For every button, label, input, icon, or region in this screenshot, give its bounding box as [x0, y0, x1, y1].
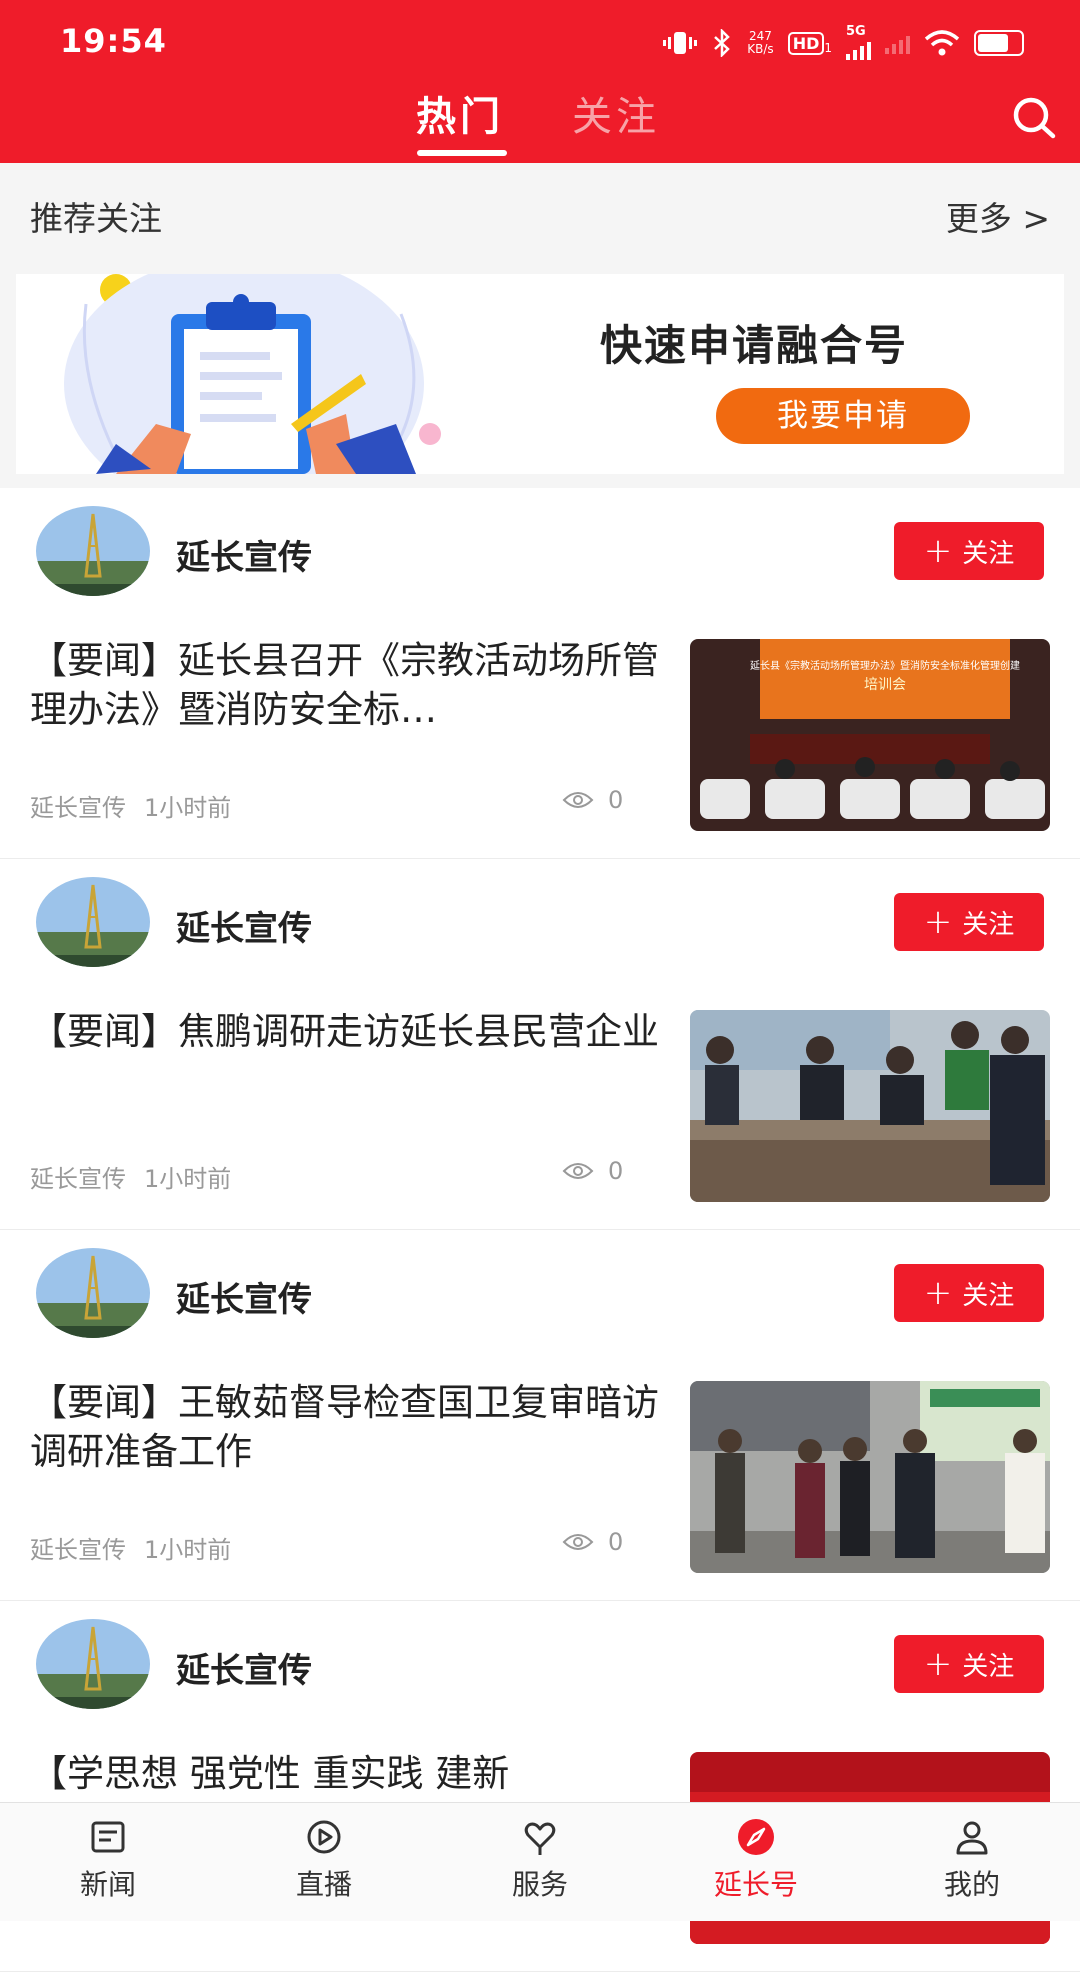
- news-icon: [91, 1821, 125, 1853]
- feed-card[interactable]: 延长宣传 + 关注 【要闻】焦鹏调研走访延长县民营企业 延长宣传 1小时前 0: [0, 859, 1080, 1230]
- feed-card[interactable]: 延长宣传 + 关注 【要闻】王敏茹督导检查国卫复审暗访调研准备工作 延长宣传 1小…: [0, 1230, 1080, 1601]
- signal-5g: 5G: [846, 25, 871, 60]
- status-time: 19:54: [60, 22, 167, 60]
- news-meta: 延长宣传 1小时前: [30, 1159, 231, 1194]
- signal-bars-2-icon: [885, 32, 910, 54]
- eye-icon: [562, 792, 594, 808]
- vibrate-icon: [663, 32, 698, 54]
- hd-badge: HD 1: [787, 31, 832, 55]
- author-avatar[interactable]: [36, 1248, 150, 1338]
- news-meta: 延长宣传 1小时前: [30, 788, 231, 823]
- news-feed: 延长宣传 + 关注 【要闻】延长县召开《宗教活动场所管理办法》暨消防安全标… 延…: [0, 488, 1080, 1972]
- apply-button[interactable]: 我要申请: [716, 388, 970, 444]
- author-avatar[interactable]: [36, 1619, 150, 1709]
- author-name[interactable]: 延长宣传: [176, 901, 312, 950]
- news-time: 1小时前: [144, 794, 232, 822]
- view-count: 0: [562, 1157, 623, 1185]
- battery-icon: [974, 30, 1024, 56]
- bottom-nav: 新闻 直播 服务 延长号 我的: [0, 1802, 1080, 1921]
- bluetooth-icon: [714, 29, 731, 57]
- eye-icon: [562, 1534, 594, 1550]
- news-title[interactable]: 【要闻】王敏茹督导检查国卫复审暗访调研准备工作: [30, 1378, 670, 1476]
- nav-service[interactable]: 服务: [432, 1803, 648, 1921]
- news-time: 1小时前: [144, 1536, 232, 1564]
- service-heart-icon: [524, 1822, 556, 1855]
- wifi-icon: [924, 30, 960, 56]
- app-header: 19:54 247 KB/s HD 1 5G 热门 关注: [0, 0, 1080, 163]
- more-link[interactable]: 更多 >: [946, 192, 1050, 240]
- author-name[interactable]: 延长宣传: [176, 1272, 312, 1321]
- follow-button[interactable]: + 关注: [894, 1635, 1044, 1693]
- eye-icon: [562, 1163, 594, 1179]
- author-avatar[interactable]: [36, 506, 150, 596]
- news-source: 延长宣传: [30, 794, 126, 822]
- plus-icon: +: [923, 902, 953, 942]
- feed-card[interactable]: 延长宣传 + 关注 【要闻】延长县召开《宗教活动场所管理办法》暨消防安全标… 延…: [0, 488, 1080, 859]
- nav-news[interactable]: 新闻: [0, 1803, 216, 1921]
- plus-icon: +: [923, 1644, 953, 1684]
- view-count: 0: [562, 1528, 623, 1556]
- news-title[interactable]: 【要闻】延长县召开《宗教活动场所管理办法》暨消防安全标…: [30, 636, 670, 734]
- tab-follow[interactable]: 关注: [572, 84, 660, 142]
- active-tab-indicator: [417, 150, 507, 156]
- nav-yanchang-hao[interactable]: 延长号: [648, 1803, 864, 1921]
- author-name[interactable]: 延长宣传: [176, 1643, 312, 1692]
- news-thumbnail[interactable]: [690, 1381, 1050, 1573]
- status-icons: 247 KB/s HD 1 5G: [663, 25, 1024, 60]
- svg-text:延长县《宗教活动场所管理办法》暨消防安全标准化管理创建: 延长县《宗教活动场所管理办法》暨消防安全标准化管理创建: [750, 659, 1020, 672]
- news-time: 1小时前: [144, 1165, 232, 1193]
- news-meta: 延长宣传 1小时前: [30, 1530, 231, 1565]
- author-avatar[interactable]: [36, 877, 150, 967]
- follow-button[interactable]: + 关注: [894, 893, 1044, 951]
- news-source: 延长宣传: [30, 1536, 126, 1564]
- follow-button[interactable]: + 关注: [894, 522, 1044, 580]
- news-thumbnail[interactable]: [690, 1010, 1050, 1202]
- plus-icon: +: [923, 1273, 953, 1313]
- apply-banner[interactable]: 快速申请融合号 我要申请: [16, 274, 1064, 474]
- search-icon[interactable]: [1010, 92, 1060, 142]
- svg-text:培训会: 培训会: [864, 677, 906, 693]
- nav-mine[interactable]: 我的: [864, 1803, 1080, 1921]
- news-source: 延长宣传: [30, 1165, 126, 1193]
- recommend-title: 推荐关注: [30, 199, 162, 238]
- author-name[interactable]: 延长宣传: [176, 530, 312, 579]
- compass-icon: [738, 1819, 774, 1855]
- news-title[interactable]: 【学思想 强党性 重实践 建新: [30, 1749, 670, 1798]
- follow-button[interactable]: + 关注: [894, 1264, 1044, 1322]
- plus-icon: +: [923, 531, 953, 571]
- clipboard-illustration: [64, 274, 441, 474]
- net-speed: 247 KB/s: [747, 29, 774, 56]
- tab-hot[interactable]: 热门: [416, 84, 504, 142]
- live-play-icon: [307, 1820, 341, 1854]
- banner-title: 快速申请融合号: [600, 321, 909, 370]
- view-count: 0: [562, 786, 623, 814]
- profile-icon: [956, 1821, 988, 1855]
- news-title[interactable]: 【要闻】焦鹏调研走访延长县民营企业: [30, 1007, 670, 1056]
- nav-live[interactable]: 直播: [216, 1803, 432, 1921]
- news-thumbnail[interactable]: 延长县《宗教活动场所管理办法》暨消防安全标准化管理创建 培训会: [690, 639, 1050, 831]
